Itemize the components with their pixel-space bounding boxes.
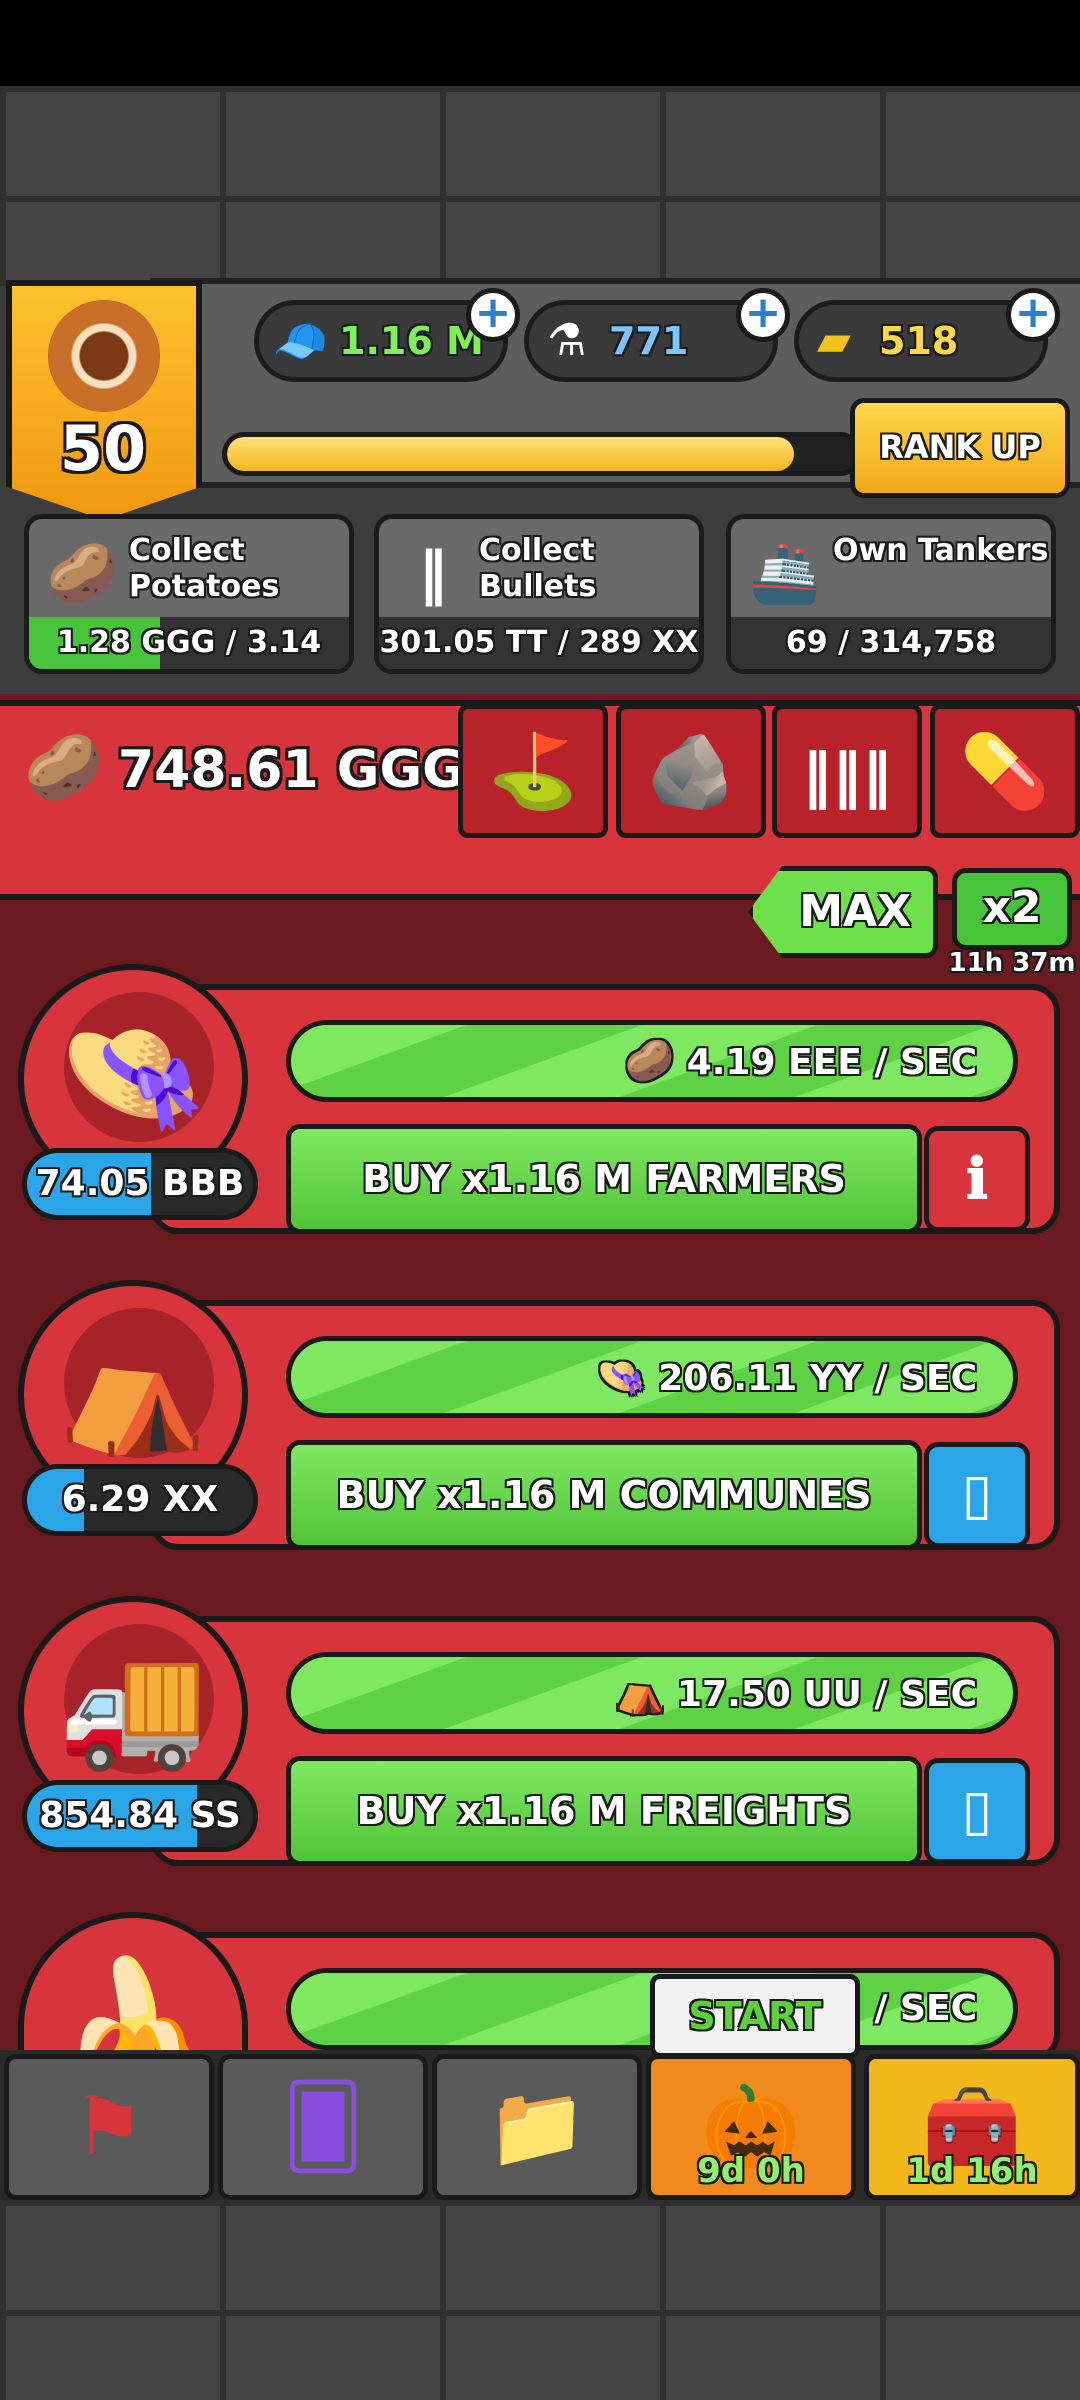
- bullets-icon: ‖: [418, 539, 448, 607]
- tanker-ship-icon: 🚢: [748, 539, 822, 607]
- rank-up-button[interactable]: RANK UP: [850, 398, 1070, 498]
- xp-progress-fill: [227, 437, 794, 471]
- card-button[interactable]: ▯: [924, 1442, 1030, 1548]
- card-icon: ▯: [961, 1462, 993, 1527]
- event-start-button[interactable]: START: [650, 1974, 860, 2058]
- mission-collect-potatoes[interactable]: 🥔 Collect Potatoes 1.28 GGG / 3.14 GGG: [24, 514, 354, 674]
- flask-icon: ⚗: [547, 315, 587, 366]
- folder-icon: 📁: [487, 2080, 587, 2173]
- owned-count-text: 6.29 XX: [61, 1479, 219, 1520]
- banana-icon: 🍌: [58, 1953, 208, 2062]
- chest-timer: 1d 16h: [906, 2151, 1038, 2191]
- farmer-hat-icon: 👒: [58, 1005, 208, 1144]
- mission-title: Collect Potatoes: [129, 533, 280, 604]
- buy-communes-button[interactable]: BUY x1.16 M COMMUNES: [286, 1440, 922, 1550]
- cards-icon: 🂠: [282, 2080, 364, 2173]
- tent-icon: ⛺: [58, 1321, 208, 1460]
- card-icon: ▯: [961, 1778, 993, 1843]
- pill-icon: 💊: [960, 729, 1050, 813]
- production-rate-text: 17.50 UU / SEC: [676, 1674, 977, 1715]
- add-gold-button[interactable]: +: [1006, 288, 1060, 342]
- nav-event-button[interactable]: 🎃 9d 0h: [646, 2054, 856, 2200]
- mission-progress: 1.28 GGG / 3.14 GGG: [29, 617, 349, 669]
- truck-icon: 🚚: [58, 1637, 208, 1776]
- buy-freights-button[interactable]: BUY x1.16 M FREIGHTS: [286, 1756, 922, 1866]
- mission-title: Collect Bullets: [479, 533, 597, 604]
- nav-files-button[interactable]: 📁: [432, 2054, 642, 2200]
- ore-rock-icon: 🪨: [646, 729, 736, 813]
- potato-icon: 🥔: [46, 539, 120, 607]
- x2-boost-button[interactable]: x2: [952, 868, 1072, 950]
- mission-own-tankers[interactable]: 🚢 Own Tankers 69 / 314,758: [726, 514, 1056, 674]
- owned-count: 6.29 XX: [22, 1464, 258, 1536]
- info-button[interactable]: ℹ: [924, 1126, 1030, 1232]
- x2-boost-timer: 11h 37m: [948, 948, 1076, 978]
- production-rate: 🥔 4.19 EEE / SEC: [286, 1020, 1018, 1102]
- bullets-icon: ‖‖‖: [802, 741, 892, 811]
- cash-cap-icon: 🧢: [273, 316, 328, 367]
- owned-count-text: 74.05 BBB: [35, 1163, 245, 1204]
- tent-icon: ⛺: [615, 1670, 665, 1716]
- status-bar: [0, 0, 1080, 86]
- add-cash-button[interactable]: +: [466, 288, 520, 342]
- owned-count: 74.05 BBB: [22, 1148, 258, 1220]
- potato-currency-value: 748.61 GGG: [118, 740, 465, 800]
- land-flag-icon: ⛳: [488, 729, 578, 813]
- gold-value: 518: [879, 319, 959, 363]
- mission-collect-bullets[interactable]: ‖ Collect Bullets 301.05 TT / 289 XX: [374, 514, 704, 674]
- bullets-tab[interactable]: ‖‖‖: [772, 704, 922, 838]
- wall-background: [0, 2200, 1080, 2400]
- rank-level: 50: [59, 412, 147, 485]
- nav-chest-button[interactable]: 🧰 1d 16h: [864, 2054, 1080, 2200]
- gold-bar-icon: ▰: [817, 315, 851, 366]
- card-button[interactable]: ▯: [924, 1758, 1030, 1864]
- nav-flag-button[interactable]: ⚑: [4, 2054, 214, 2200]
- buy-farmers-button[interactable]: BUY x1.16 M FARMERS: [286, 1124, 922, 1234]
- pill-tab[interactable]: 💊: [930, 704, 1080, 838]
- farmer-hat-icon: 👒: [596, 1354, 647, 1400]
- wall-background: [0, 86, 1080, 286]
- production-rate: 👒 206.11 YY / SEC: [286, 1336, 1018, 1418]
- max-button[interactable]: MAX: [748, 866, 938, 958]
- potato-currency-icon: 🥔: [24, 731, 104, 805]
- event-timer: 9d 0h: [697, 2151, 805, 2191]
- production-rate: ⛺ 17.50 UU / SEC: [286, 1652, 1018, 1734]
- add-science-button[interactable]: +: [736, 288, 790, 342]
- mission-title: Own Tankers: [833, 533, 1049, 568]
- mission-progress: 301.05 TT / 289 XX: [379, 617, 699, 669]
- mission-progress: 69 / 314,758: [731, 617, 1051, 669]
- rank-medal-icon: [48, 300, 160, 412]
- red-star-flag-icon: ⚑: [73, 2080, 145, 2173]
- production-rate-text: 206.11 YY / SEC: [658, 1358, 977, 1399]
- owned-count: 854.84 SS: [22, 1780, 258, 1852]
- production-rate-text: 4.19 EEE / SEC: [686, 1042, 977, 1083]
- nav-cards-button[interactable]: 🂠: [218, 2054, 428, 2200]
- potato-icon: 🥔: [624, 1038, 675, 1084]
- ore-tab[interactable]: 🪨: [616, 704, 766, 838]
- info-icon: ℹ: [966, 1146, 988, 1212]
- mission-progress-text: 69 / 314,758: [785, 625, 997, 660]
- owned-count-text: 854.84 SS: [39, 1795, 241, 1836]
- production-rate-text: / SEC: [874, 1988, 977, 2029]
- land-tab[interactable]: ⛳: [458, 704, 608, 838]
- science-value: 771: [609, 319, 689, 363]
- cash-value: 1.16 M: [339, 319, 484, 363]
- xp-progress-bar: [222, 432, 862, 476]
- mission-progress-text: 301.05 TT / 289 XX: [379, 625, 699, 660]
